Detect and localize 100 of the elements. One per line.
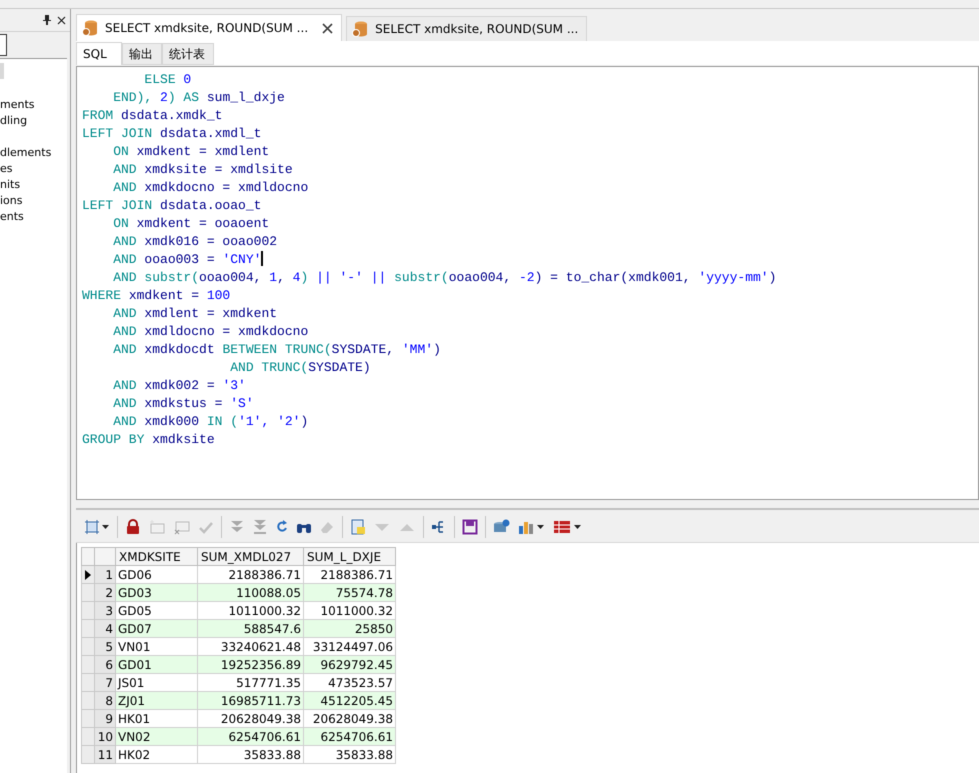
- save-icon[interactable]: [462, 519, 478, 535]
- list-item[interactable]: es: [0, 161, 67, 177]
- code-line: AND ooao003 = 'CNY': [112, 251, 264, 269]
- table-cell: VN02: [116, 728, 198, 746]
- table-cell: ZJ01: [116, 692, 198, 710]
- move-last-icon[interactable]: [252, 519, 268, 535]
- new-row-icon[interactable]: [148, 519, 166, 535]
- table-cell: 35833.88: [198, 746, 304, 764]
- code-line: AND xmdldocno = xmdkdocno: [112, 323, 310, 341]
- column-header[interactable]: SUM_L_DXJE: [304, 548, 396, 566]
- code-line: ELSE 0: [143, 71, 192, 89]
- code-line: AND xmdkdocdt BETWEEN TRUNC(SYSDATE, 'MM'): [112, 341, 442, 359]
- table-cell: 75574.78: [304, 584, 396, 602]
- close-icon[interactable]: [322, 22, 334, 34]
- table-cell: 16985711.73: [198, 692, 304, 710]
- list-item[interactable]: ents: [0, 209, 67, 225]
- table-cell: 6254706.61: [198, 728, 304, 746]
- code-line: END), 2) AS sum_l_dxje: [112, 89, 286, 107]
- table-cell: 473523.57: [304, 674, 396, 692]
- row-number: 10: [94, 728, 116, 746]
- code-line: AND xmdlent = xmdkent: [112, 305, 278, 323]
- code-line: GROUP BY xmdksite: [82, 431, 216, 449]
- list-item[interactable]: dling: [0, 113, 67, 129]
- table-cell: 19252356.89: [198, 656, 304, 674]
- tab-label: SELECT xmdksite, ROUND(SUM ...: [375, 22, 578, 36]
- code-line: AND xmdk016 = ooao002: [112, 233, 278, 251]
- bar-chart-dropdown-icon[interactable]: [518, 519, 546, 535]
- table-cell: 20628049.38: [304, 710, 396, 728]
- list-item[interactable]: dlements: [0, 145, 67, 161]
- table-cell: 6254706.61: [304, 728, 396, 746]
- current-row-arrow-icon: [84, 570, 92, 580]
- table-cell: 25850: [304, 620, 396, 638]
- panel-tab[interactable]: [0, 34, 7, 56]
- view-tab[interactable]: 输出: [122, 43, 162, 65]
- grid-select-dropdown-icon[interactable]: [84, 519, 110, 535]
- query-tab[interactable]: SELECT xmdksite, ROUND(SUM ...: [346, 16, 588, 41]
- table-cell: 33124497.06: [304, 638, 396, 656]
- table-cell: 1011000.32: [304, 602, 396, 620]
- code-line: LEFT JOIN dsdata.xmdl_t: [82, 125, 262, 143]
- code-line: WHERE xmdkent = 100: [82, 287, 232, 305]
- code-line: LEFT JOIN dsdata.ooao_t: [82, 197, 262, 215]
- row-number: 5: [94, 638, 116, 656]
- code-line: ON xmdkent = ooaoent: [112, 215, 270, 233]
- close-icon[interactable]: [57, 16, 66, 24]
- table-cell: GD05: [116, 602, 198, 620]
- eraser-icon[interactable]: [319, 519, 335, 535]
- lock-icon[interactable]: [125, 519, 141, 535]
- row-indicator[interactable]: [82, 566, 94, 584]
- column-header[interactable]: XMDKSITE: [116, 548, 198, 566]
- corner-header-cell: [82, 548, 94, 566]
- column-header[interactable]: SUM_XMDL027: [198, 548, 304, 566]
- table-cell: HK02: [116, 746, 198, 764]
- list-item[interactable]: ments: [0, 97, 67, 113]
- code-line: AND xmdk000 IN ('1', '2'): [112, 413, 310, 431]
- sql-editor[interactable]: [76, 66, 979, 500]
- row-number: 9: [94, 710, 116, 728]
- code-line: AND xmdkstus = 'S': [112, 395, 255, 413]
- corner-header-cell: [94, 548, 116, 566]
- table-cell: 110088.05: [198, 584, 304, 602]
- row-number: 2: [94, 584, 116, 602]
- table-cell: 20628049.38: [198, 710, 304, 728]
- table-cell: VN01: [116, 638, 198, 656]
- table-cell: 2188386.71: [198, 566, 304, 584]
- code-line: AND xmdk002 = '3': [112, 377, 247, 395]
- move-down-icon[interactable]: [229, 519, 245, 535]
- list-item[interactable]: nits: [0, 177, 67, 193]
- table-cell: GD06: [116, 566, 198, 584]
- table-cell: 588547.6: [198, 620, 304, 638]
- row-number: 8: [94, 692, 116, 710]
- table-cell: 517771.35: [198, 674, 304, 692]
- table-dropdown-icon[interactable]: [553, 519, 583, 535]
- table-cell: 9629792.45: [304, 656, 396, 674]
- view-tab[interactable]: SQL: [76, 42, 122, 65]
- table-cell: 1011000.32: [198, 602, 304, 620]
- form-view-icon[interactable]: [350, 519, 366, 535]
- code-line: AND xmdkdocno = xmdldocno: [112, 179, 310, 197]
- row-number: 4: [94, 620, 116, 638]
- pin-icon[interactable]: [43, 15, 51, 25]
- code-line: AND xmdksite = xmdlsite: [112, 161, 294, 179]
- code-line: AND TRUNC(SYSDATE): [229, 359, 372, 377]
- delete-row-icon[interactable]: [173, 519, 191, 535]
- code-line: ON xmdkent = xmdlent: [112, 143, 270, 161]
- query-tab[interactable]: SELECT xmdksite, ROUND(SUM ...: [76, 14, 342, 41]
- code-line: AND substr(ooao004, 1, 4) || '-' || substr(ooao004, -2) = to_char(xmdk001, 'yyyy-mm'): [112, 269, 778, 287]
- row-number: 1: [94, 566, 116, 584]
- table-cell: JS01: [116, 674, 198, 692]
- view-tab[interactable]: 统计表: [162, 43, 214, 65]
- row-number: 11: [94, 746, 116, 764]
- tab-label: SELECT xmdksite, ROUND(SUM ...: [105, 21, 308, 35]
- row-number: 3: [94, 602, 116, 620]
- table-cell: GD03: [116, 584, 198, 602]
- table-cell: 4512205.45: [304, 692, 396, 710]
- code-line: FROM dsdata.xmdk_t: [82, 107, 224, 125]
- table-cell: 35833.88: [304, 746, 396, 764]
- table-cell: GD01: [116, 656, 198, 674]
- row-number: 6: [94, 656, 116, 674]
- table-cell: 2188386.71: [304, 566, 396, 584]
- table-cell: 33240621.48: [198, 638, 304, 656]
- list-item[interactable]: ions: [0, 193, 67, 209]
- table-cell: HK01: [116, 710, 198, 728]
